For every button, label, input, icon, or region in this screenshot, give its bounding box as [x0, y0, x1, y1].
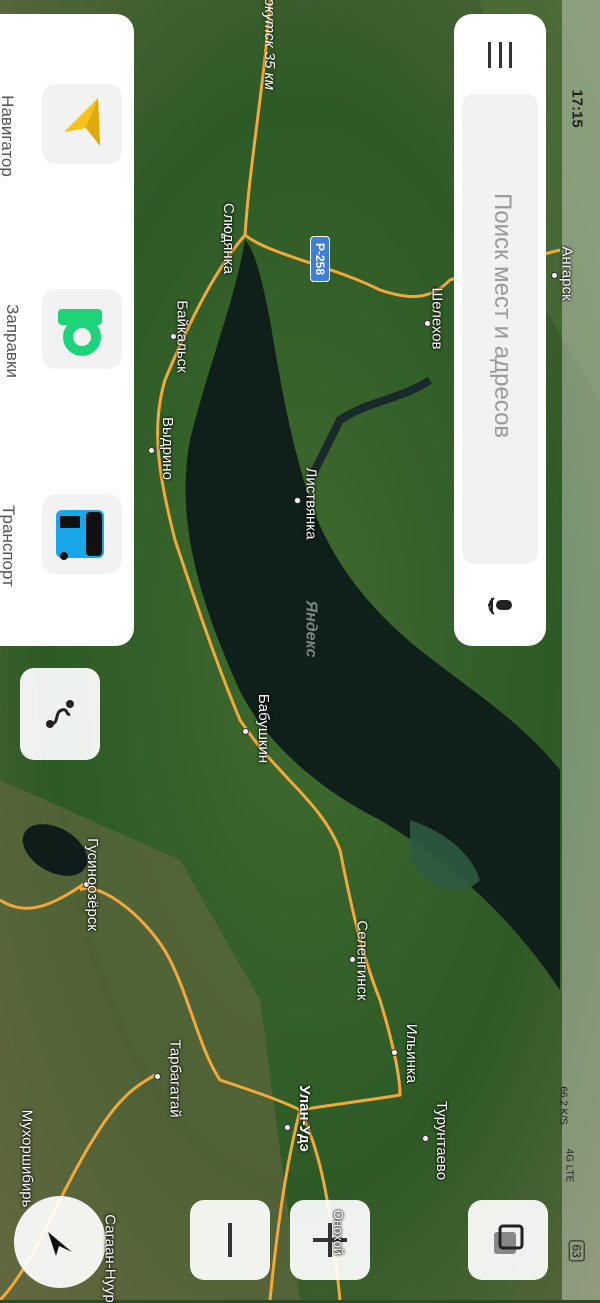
city-label[interactable]: Гусиноозёрск: [84, 838, 101, 931]
city-label[interactable]: Селенгинск: [354, 920, 371, 1000]
microphone-icon[interactable]: [484, 594, 516, 624]
city-label[interactable]: Сагаан-Нуур: [102, 1214, 119, 1302]
services-panel: Навигатор Заправки Транспорт: [0, 14, 134, 646]
service-label-transport: Транспорт: [0, 505, 18, 587]
city-label[interactable]: Слюдянка: [220, 203, 237, 274]
road-badge: Р-258: [310, 235, 331, 283]
city-label[interactable]: Бабушкин: [255, 694, 272, 763]
map-watermark: Яндекс: [302, 600, 320, 658]
layers-button[interactable]: [468, 1200, 548, 1280]
city-label[interactable]: Шелехов: [429, 288, 446, 350]
battery-icon: 63: [568, 1240, 585, 1262]
city-label[interactable]: Ильинка: [403, 1024, 420, 1083]
city-label[interactable]: Листвянка: [303, 467, 320, 539]
status-net-type: 4G LTE: [563, 1148, 575, 1183]
service-label-fuel: Заправки: [2, 304, 22, 378]
service-fuel[interactable]: Заправки: [0, 269, 134, 399]
distance-label: Иркутск 35 км: [260, 0, 278, 90]
search-panel: Поиск мест и адресов: [454, 14, 546, 646]
status-time: 17:15: [568, 89, 586, 128]
layers-icon: [494, 1224, 524, 1254]
route-icon: [46, 700, 74, 728]
search-input[interactable]: Поиск мест и адресов: [462, 94, 538, 564]
bus-icon: [42, 494, 122, 574]
city-label[interactable]: Тарбагатай: [167, 1039, 184, 1117]
minus-icon: [228, 1223, 232, 1257]
fuel-p-icon: [42, 289, 122, 369]
service-navigator[interactable]: Навигатор: [0, 64, 134, 194]
route-button[interactable]: [20, 668, 100, 760]
city-label[interactable]: Выдрино: [159, 417, 176, 480]
location-arrow-icon: [48, 1232, 72, 1256]
my-location-button[interactable]: [14, 1196, 106, 1288]
city-label[interactable]: Ангарск: [559, 246, 576, 300]
navigator-arrow-icon: [42, 84, 122, 164]
city-label[interactable]: Онохой: [331, 1210, 346, 1255]
menu-icon[interactable]: [488, 42, 512, 68]
service-label-navigator: Навигатор: [0, 95, 17, 177]
status-bar: 17:15 66,2 K/S 4G LTE 63: [558, 0, 600, 1300]
zoom-in-button[interactable]: [290, 1200, 370, 1280]
city-label[interactable]: Байкальск: [174, 300, 191, 372]
city-label[interactable]: Турунтаево: [433, 1101, 450, 1180]
city-label[interactable]: Мухоршибирь: [18, 1110, 35, 1208]
search-placeholder: Поиск мест и адресов: [489, 193, 516, 439]
zoom-out-button[interactable]: [190, 1200, 270, 1280]
service-transport[interactable]: Транспорт: [0, 474, 134, 604]
status-net-speed: 66,2 K/S: [557, 1086, 569, 1125]
city-label-capital[interactable]: Улан-Удэ: [296, 1085, 313, 1152]
